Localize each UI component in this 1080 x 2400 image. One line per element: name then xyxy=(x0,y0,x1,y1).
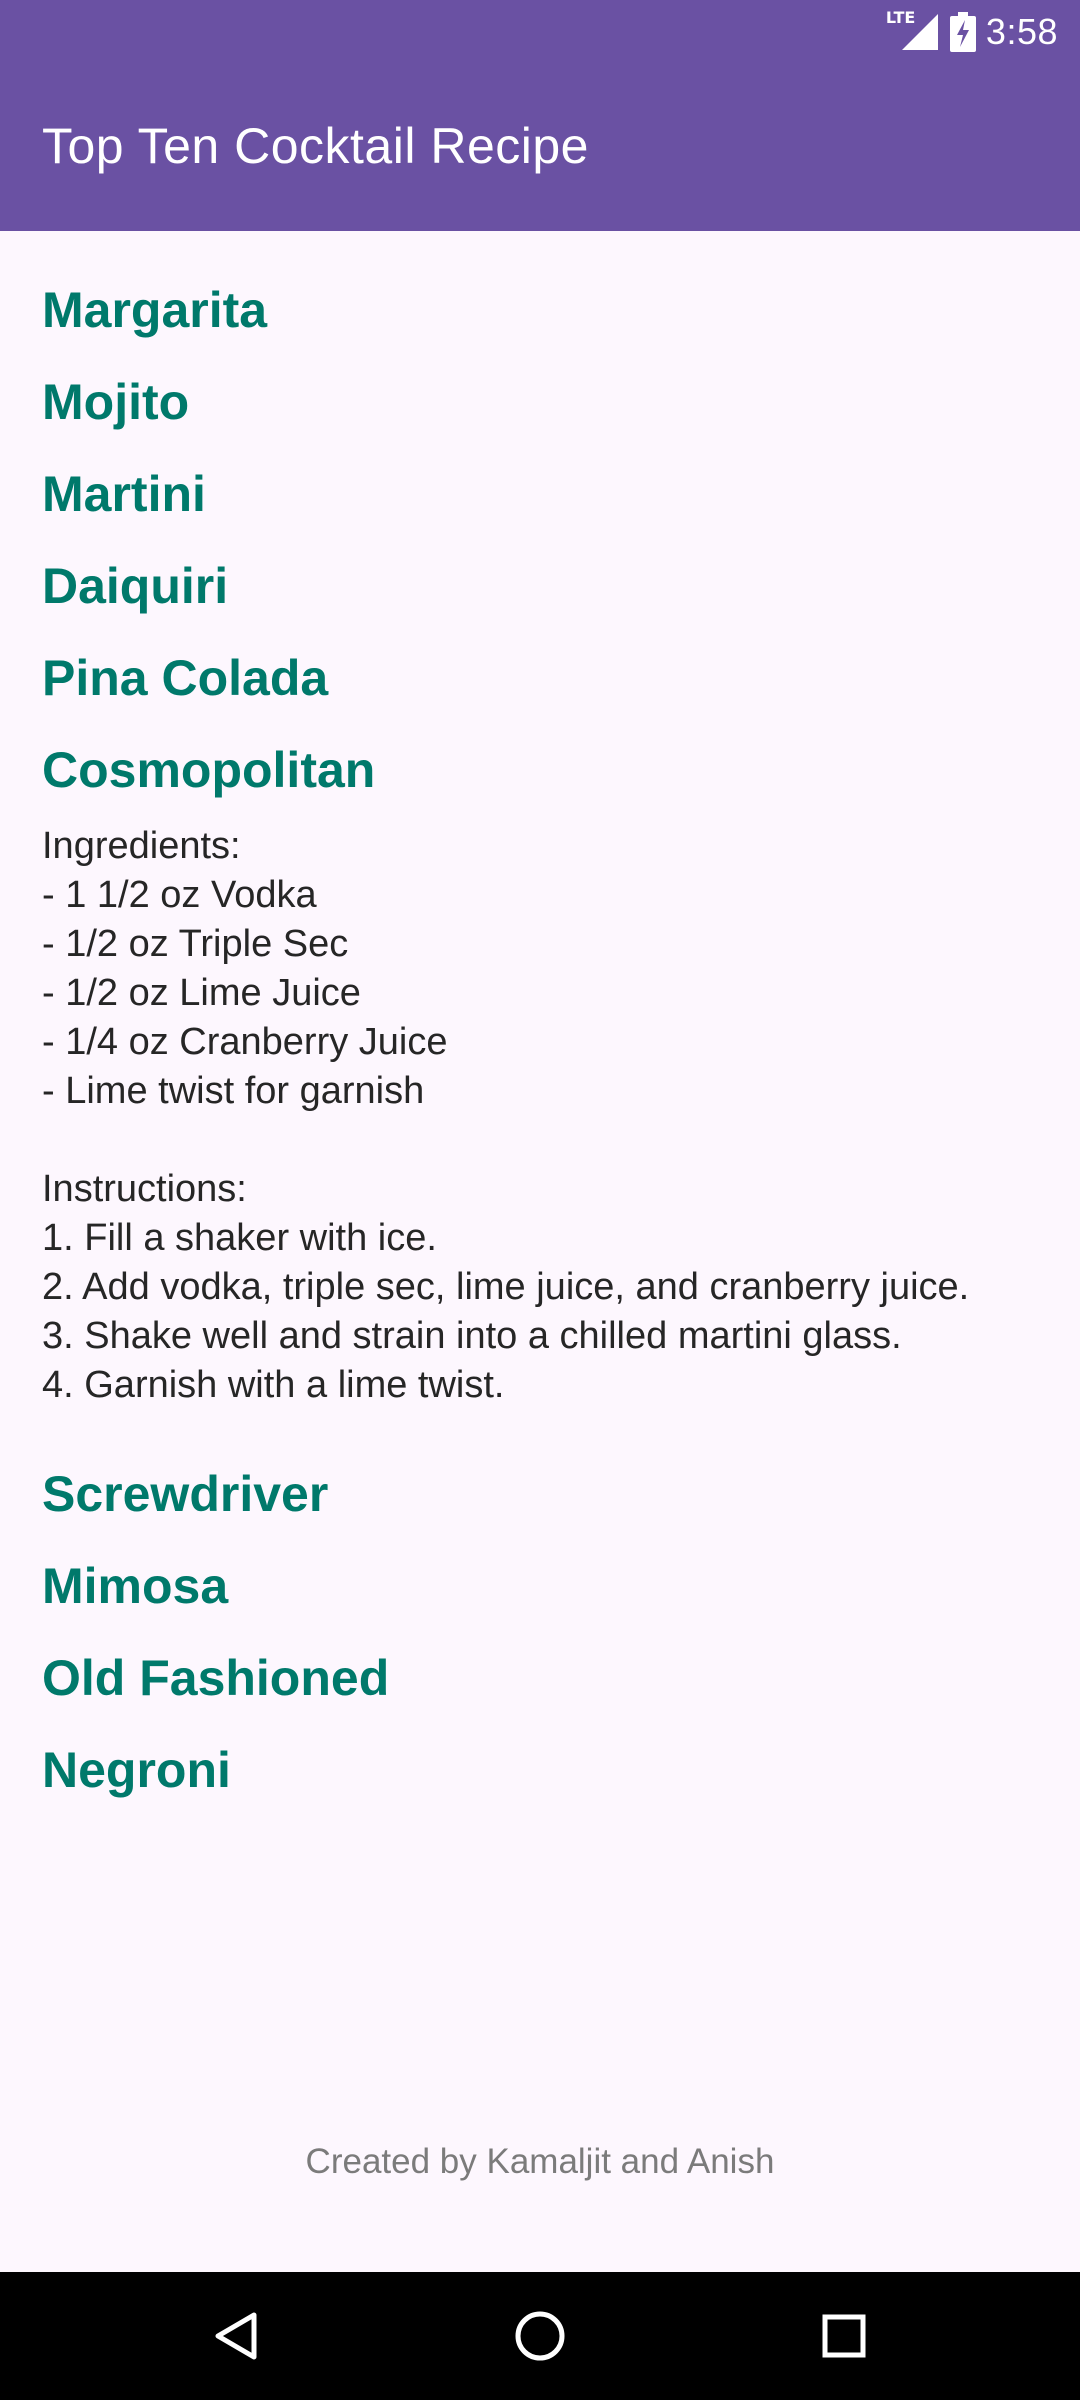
cocktail-list: Margarita Mojito Martini Daiquiri Pina C… xyxy=(42,276,1042,1828)
cocktail-name-old-fashioned[interactable]: Old Fashioned xyxy=(42,1644,1042,1736)
cocktail-item: Pina Colada xyxy=(42,644,1042,736)
cocktail-item-expanded: Cosmopolitan Ingredients: - 1 1/2 oz Vod… xyxy=(42,736,1042,1410)
network-type-label: LTE xyxy=(885,8,916,27)
home-icon[interactable] xyxy=(510,2306,570,2366)
cocktail-item: Margarita xyxy=(42,276,1042,368)
cocktail-name-screwdriver[interactable]: Screwdriver xyxy=(42,1460,1042,1552)
cocktail-name-daiquiri[interactable]: Daiquiri xyxy=(42,552,1042,644)
footer-credit: Created by Kamaljit and Anish xyxy=(305,2142,775,2181)
cocktail-name-margarita[interactable]: Margarita xyxy=(42,276,1042,368)
back-icon[interactable] xyxy=(206,2306,266,2366)
recipe-text: Ingredients: - 1 1/2 oz Vodka - 1/2 oz T… xyxy=(42,825,970,1406)
cocktail-item: Mojito xyxy=(42,368,1042,460)
recents-icon[interactable] xyxy=(814,2306,874,2366)
cocktail-item: Martini xyxy=(42,460,1042,552)
cocktail-item: Screwdriver xyxy=(42,1460,1042,1552)
navigation-bar xyxy=(0,2272,1080,2400)
cocktail-name-negroni[interactable]: Negroni xyxy=(42,1736,1042,1828)
status-bar: LTE 3:58 xyxy=(0,0,1080,64)
cocktail-item: Daiquiri xyxy=(42,552,1042,644)
battery-charging-icon xyxy=(949,12,976,52)
cocktail-name-mimosa[interactable]: Mimosa xyxy=(42,1552,1042,1644)
app-title: Top Ten Cocktail Recipe xyxy=(42,118,589,174)
cocktail-name-pina-colada[interactable]: Pina Colada xyxy=(42,644,1042,736)
cocktail-name-cosmopolitan[interactable]: Cosmopolitan xyxy=(42,736,1042,828)
status-time: 3:58 xyxy=(985,11,1058,52)
app-bar: LTE 3:58 Top Ten Cocktail Recipe xyxy=(0,0,1080,231)
signal-icon: LTE xyxy=(886,8,940,54)
cocktail-name-mojito[interactable]: Mojito xyxy=(42,368,1042,460)
cocktail-item: Negroni xyxy=(42,1736,1042,1828)
cocktail-item: Mimosa xyxy=(42,1552,1042,1644)
cocktail-name-martini[interactable]: Martini xyxy=(42,460,1042,552)
cocktail-item: Old Fashioned xyxy=(42,1644,1042,1736)
status-icons: LTE 3:58 xyxy=(886,8,1058,54)
